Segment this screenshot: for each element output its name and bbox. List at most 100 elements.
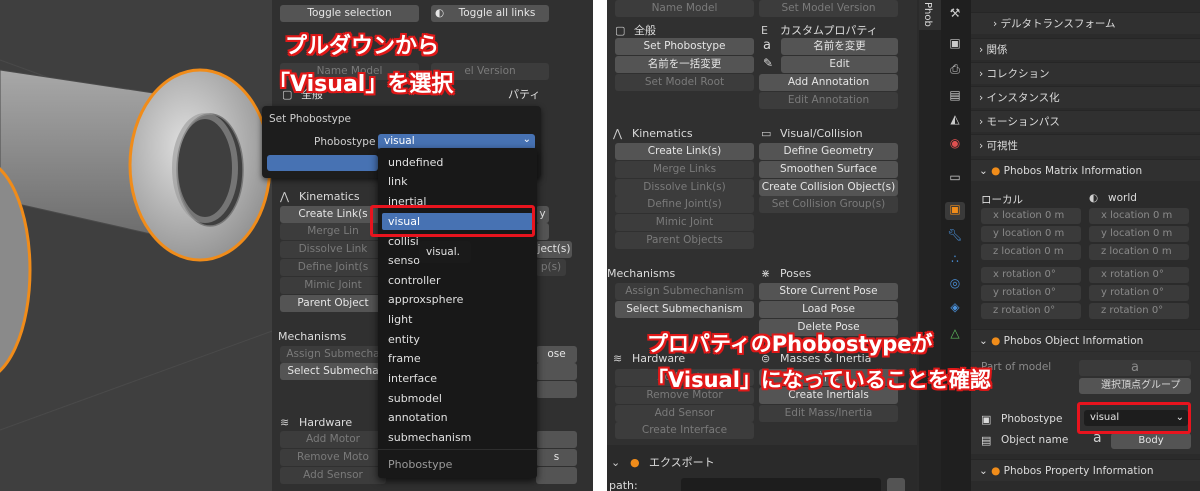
- option-approxsphere[interactable]: approxsphere: [388, 293, 463, 306]
- 3d-viewport[interactable]: [0, 0, 275, 491]
- option-interface[interactable]: interface: [388, 372, 437, 385]
- add-motor-button[interactable]: Add Motor: [280, 431, 386, 448]
- output-icon[interactable]: ⎙: [945, 62, 965, 80]
- option-link[interactable]: link: [388, 175, 407, 188]
- option-entity[interactable]: entity: [388, 333, 420, 346]
- toggle-selection-button[interactable]: Toggle selection: [280, 5, 419, 22]
- world-y-rotation[interactable]: y rotation 0°: [1089, 285, 1189, 301]
- local-z-location[interactable]: z location 0 m: [981, 244, 1081, 260]
- collection-icon[interactable]: ▭: [945, 170, 965, 188]
- name-model-button[interactable]: Name Model: [615, 0, 754, 17]
- option-annotation[interactable]: annotation: [388, 411, 448, 424]
- constraint-icon[interactable]: ◈: [945, 300, 965, 318]
- render-icon[interactable]: ▣: [945, 36, 965, 54]
- modifier-icon[interactable]: 🔧︎: [945, 228, 965, 246]
- world-icon[interactable]: ◉: [945, 136, 965, 154]
- local-z-rotation[interactable]: z rotation 0°: [981, 303, 1081, 319]
- store-pose-button-partial[interactable]: ose: [536, 346, 577, 363]
- option-submechanism[interactable]: submechanism: [388, 431, 471, 444]
- particles-icon[interactable]: ∴: [945, 252, 965, 270]
- smoothen-surface-button-partial[interactable]: [536, 223, 549, 240]
- mimic-joint-button[interactable]: Mimic Joint: [280, 277, 386, 294]
- parent-objects-button[interactable]: Parent Object: [280, 295, 386, 312]
- object-name-field[interactable]: Body: [1111, 433, 1191, 449]
- batch-rename-button[interactable]: 名前を一括変更: [615, 56, 754, 73]
- collision-group-button-partial[interactable]: p(s): [536, 259, 566, 276]
- define-joints-button[interactable]: Define Joint(s): [615, 196, 754, 213]
- physics-icon[interactable]: ◎: [945, 276, 965, 294]
- tool-icon[interactable]: ⚒: [945, 6, 965, 24]
- visibility-row[interactable]: › 可視性: [971, 134, 1200, 156]
- select-submechanism-button[interactable]: Select Submechanism: [615, 301, 754, 318]
- create-interface-button[interactable]: Create Interface: [615, 422, 754, 439]
- tab-phobos[interactable]: Phob: [919, 0, 941, 30]
- define-joints-button[interactable]: Define Joint(s: [280, 259, 386, 276]
- add-sensor-button[interactable]: Add Sensor: [615, 405, 754, 422]
- ok-button[interactable]: [267, 155, 378, 171]
- create-links-button[interactable]: Create Link(s): [615, 143, 754, 160]
- matrix-info-header[interactable]: ⌄ ● Phobos Matrix Information: [971, 159, 1200, 181]
- smoothen-surface-button[interactable]: Smoothen Surface: [759, 161, 898, 178]
- property-info-header[interactable]: ⌄ ● Phobos Property Information: [971, 459, 1200, 481]
- delete-pose-button-partial[interactable]: [536, 381, 577, 398]
- create-collision-button-partial[interactable]: ject(s): [536, 241, 572, 258]
- object-info-header[interactable]: ⌄ ● Phobos Object Information: [971, 329, 1200, 351]
- store-current-pose-button[interactable]: Store Current Pose: [759, 283, 898, 300]
- add-sensor-button[interactable]: Add Sensor: [280, 467, 386, 484]
- local-y-location[interactable]: y location 0 m: [981, 226, 1081, 242]
- merge-links-button[interactable]: Merge Links: [615, 161, 754, 178]
- load-pose-button-partial[interactable]: [536, 363, 577, 380]
- world-x-rotation[interactable]: x rotation 0°: [1089, 267, 1189, 283]
- view-layer-icon[interactable]: ▤: [945, 88, 965, 106]
- instancing-row[interactable]: › インスタンス化: [971, 86, 1200, 108]
- mimic-joint-button[interactable]: Mimic Joint: [615, 214, 754, 231]
- vertex-group-button[interactable]: 選択頂点グループ: [1079, 378, 1191, 394]
- option-undefined[interactable]: undefined: [388, 156, 443, 169]
- world-x-location[interactable]: x location 0 m: [1089, 208, 1189, 224]
- create-inertials-button-partial[interactable]: s: [536, 449, 577, 466]
- object-icon[interactable]: ▣: [945, 202, 965, 220]
- remove-motor-button[interactable]: Remove Moto: [280, 449, 386, 466]
- world-z-rotation[interactable]: z rotation 0°: [1089, 303, 1189, 319]
- add-annotation-button[interactable]: Add Annotation: [759, 74, 898, 91]
- parent-objects-button[interactable]: Parent Objects: [615, 232, 754, 249]
- edit-mass-inertia-button[interactable]: Edit Mass/Inertia: [759, 405, 898, 422]
- toggle-all-links-button[interactable]: ◐ Toggle all links: [431, 5, 549, 22]
- edit-mass-button-partial[interactable]: [536, 467, 577, 484]
- folder-icon[interactable]: [887, 478, 905, 491]
- select-submechanism-button[interactable]: Select Submecha: [280, 363, 386, 380]
- create-collision-objects-button[interactable]: Create Collision Object(s): [759, 179, 898, 196]
- option-frame[interactable]: frame: [388, 352, 421, 365]
- scene-icon[interactable]: ◭: [945, 112, 965, 130]
- world-y-location[interactable]: y location 0 m: [1089, 226, 1189, 242]
- dissolve-links-button[interactable]: Dissolve Link(s): [615, 179, 754, 196]
- masses-button-partial[interactable]: [536, 431, 577, 448]
- option-sensor[interactable]: senso: [388, 254, 420, 267]
- path-input[interactable]: [681, 478, 881, 491]
- define-geometry-button-partial[interactable]: y: [536, 206, 549, 223]
- relations-row[interactable]: › 関係: [971, 38, 1200, 60]
- delta-transform-row[interactable]: › デルタトランスフォーム: [971, 12, 1200, 34]
- export-header[interactable]: ⌄ ● エクスポート: [611, 454, 715, 470]
- local-x-location[interactable]: x location 0 m: [981, 208, 1081, 224]
- part-of-model-field[interactable]: a: [1079, 360, 1191, 376]
- set-collision-groups-button[interactable]: Set Collision Group(s): [759, 196, 898, 213]
- assign-submechanism-button[interactable]: Assign Submecha: [280, 346, 386, 363]
- set-model-version-button[interactable]: Set Model Version: [759, 0, 898, 17]
- rename-button[interactable]: 名前を変更: [781, 38, 898, 55]
- define-geometry-button[interactable]: Define Geometry: [759, 143, 898, 160]
- collection-row[interactable]: › コレクション: [971, 62, 1200, 84]
- world-z-location[interactable]: z location 0 m: [1089, 244, 1189, 260]
- local-x-rotation[interactable]: x rotation 0°: [981, 267, 1081, 283]
- option-controller[interactable]: controller: [388, 274, 440, 287]
- set-model-root-button[interactable]: Set Model Root: [615, 74, 754, 91]
- edit-button[interactable]: Edit: [781, 56, 898, 73]
- data-icon[interactable]: △: [945, 326, 965, 344]
- motion-path-row[interactable]: › モーションパス: [971, 110, 1200, 132]
- option-submodel[interactable]: submodel: [388, 392, 442, 405]
- set-phobostype-button[interactable]: Set Phobostype: [615, 38, 754, 55]
- load-pose-button[interactable]: Load Pose: [759, 301, 898, 318]
- edit-annotation-button[interactable]: Edit Annotation: [759, 92, 898, 109]
- option-light[interactable]: light: [388, 313, 412, 326]
- dissolve-links-button[interactable]: Dissolve Link: [280, 241, 386, 258]
